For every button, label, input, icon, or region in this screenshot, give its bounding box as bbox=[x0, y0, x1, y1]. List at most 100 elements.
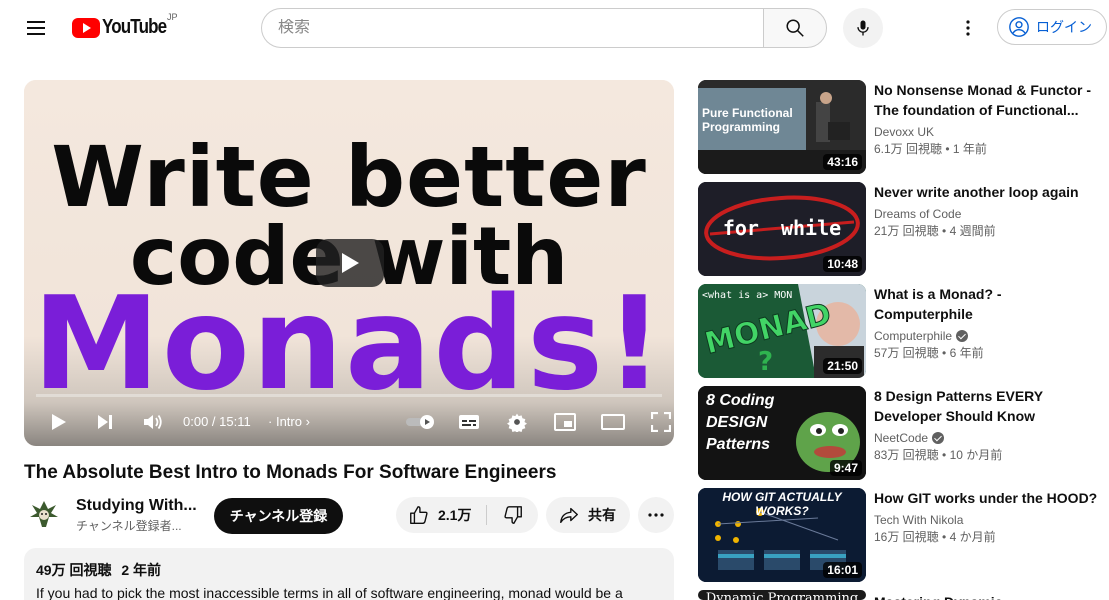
channel-name: Computerphile bbox=[874, 329, 953, 343]
large-play-button[interactable] bbox=[316, 239, 384, 287]
recommendation-item[interactable]: 8 Coding DESIGN Patterns 9:47 8 Design P… bbox=[698, 386, 1098, 480]
channel-name[interactable]: Studying With... bbox=[76, 497, 197, 515]
thumbs-down-icon bbox=[503, 506, 522, 524]
duration-badge: 9:47 bbox=[829, 460, 862, 476]
recommendation-item[interactable]: for while 10:48 Never write another loop… bbox=[698, 182, 1098, 276]
recommendation-info: What is a Monad? - Computerphile Compute… bbox=[874, 284, 1098, 362]
recommendation-meta: 16万 回視聴 • 4 か月前 bbox=[874, 530, 996, 544]
hamburger-icon bbox=[27, 21, 45, 23]
play-button[interactable] bbox=[44, 408, 74, 436]
recommendation-thumbnail: MONAD ? <what is a> MONAD ? 21:50 bbox=[698, 284, 866, 378]
youtube-logo[interactable]: YouTube bbox=[72, 16, 178, 39]
chapter-title-button[interactable]: · Intro › bbox=[268, 414, 310, 429]
recommendation-title: No Nonsense Monad & Functor - The founda… bbox=[874, 82, 1091, 118]
upload-age: 4 週間前 bbox=[949, 224, 996, 238]
description-meta: 49万 回視聴 2 年前 bbox=[36, 560, 662, 580]
duration-badge: 10:48 bbox=[823, 256, 862, 272]
theater-icon bbox=[601, 414, 625, 430]
search-box bbox=[261, 8, 764, 48]
voice-search-button[interactable] bbox=[843, 8, 883, 48]
vertical-dots-icon bbox=[966, 20, 970, 36]
recommendation-thumbnail: HOW GIT ACTUALLY WORKS? 16:01 bbox=[698, 488, 866, 582]
recommendation-meta: 21万 回視聴 • 4 週間前 bbox=[874, 224, 996, 238]
skip-next-icon bbox=[98, 415, 112, 429]
settings-more-button[interactable] bbox=[952, 12, 984, 44]
guide-menu-button[interactable] bbox=[20, 12, 52, 44]
recommendation-channel: Computerphile bbox=[874, 328, 1098, 344]
view-count: 49万 回視聴 bbox=[36, 562, 112, 578]
thumbnail-text: Pure Functional Programming bbox=[702, 106, 793, 134]
view-count: 21万 回視聴 bbox=[874, 224, 939, 238]
channel-name: Devoxx UK bbox=[874, 125, 935, 139]
theater-mode-button[interactable] bbox=[598, 408, 628, 436]
view-count: 57万 回視聴 bbox=[874, 346, 939, 360]
thumbnail-text: HOW GIT ACTUALLY WORKS? bbox=[722, 490, 842, 518]
play-icon bbox=[52, 414, 66, 430]
recommendation-item[interactable]: Dynamic Programming Mastering Dynamic bbox=[698, 590, 1098, 600]
chapter-title: Intro bbox=[275, 414, 302, 429]
next-button[interactable] bbox=[90, 408, 120, 436]
volume-icon bbox=[144, 414, 162, 430]
search-button[interactable] bbox=[763, 8, 827, 48]
video-player[interactable]: Write better code with Monads! 0:00 / 15… bbox=[24, 80, 674, 446]
login-label: ログイン bbox=[1036, 19, 1092, 35]
miniplayer-button[interactable] bbox=[550, 408, 580, 436]
channel-name: Tech With Nikola bbox=[874, 513, 964, 527]
recommendation-info: No Nonsense Monad & Functor - The founda… bbox=[874, 80, 1098, 158]
share-icon bbox=[560, 507, 578, 524]
thumbnail-text: Dynamic Programming bbox=[705, 591, 859, 600]
search-input[interactable] bbox=[278, 19, 764, 37]
recommendation-info: Mastering Dynamic bbox=[874, 590, 1098, 600]
video-title: The Absolute Best Intro to Monads For So… bbox=[24, 462, 557, 483]
share-button[interactable]: 共有 bbox=[546, 497, 630, 533]
recommendation-title: Never write another loop again bbox=[874, 184, 1079, 200]
like-button[interactable]: 2.1万 bbox=[396, 497, 486, 533]
miniplayer-icon bbox=[554, 413, 576, 431]
progress-bar[interactable] bbox=[36, 394, 662, 397]
recommendation-info: Never write another loop again Dreams of… bbox=[874, 182, 1098, 240]
recommendation-title: 8 Design Patterns EVERY Developer Should… bbox=[874, 388, 1043, 424]
player-controls: 0:00 / 15:11 · Intro › bbox=[24, 400, 674, 444]
dislike-button[interactable] bbox=[487, 497, 538, 533]
upload-age: 6 年前 bbox=[949, 346, 984, 360]
fullscreen-icon bbox=[651, 412, 671, 432]
recommendation-thumbnail: for while 10:48 bbox=[698, 182, 866, 276]
view-count: 6.1万 回視聴 bbox=[874, 142, 943, 156]
description-box[interactable]: 49万 回視聴 2 年前 If you had to pick the most… bbox=[24, 548, 674, 600]
microphone-icon bbox=[857, 20, 869, 36]
subscribe-button[interactable]: チャンネル登録 bbox=[214, 498, 343, 534]
thumbs-up-icon bbox=[410, 506, 428, 524]
thumbnail-text: 8 Coding DESIGN Patterns bbox=[706, 392, 775, 453]
masthead: YouTube JP ログイン bbox=[0, 0, 1109, 56]
subtitles-button[interactable] bbox=[454, 408, 484, 436]
duration-badge: 21:50 bbox=[823, 358, 862, 374]
like-count: 2.1万 bbox=[438, 507, 472, 523]
recommendation-thumbnail: 8 Coding DESIGN Patterns 9:47 bbox=[698, 386, 866, 480]
recommendation-meta: 6.1万 回視聴 • 1 年前 bbox=[874, 142, 987, 156]
subscriber-count: チャンネル登録者... bbox=[76, 519, 182, 533]
recommendation-meta: 57万 回視聴 • 6 年前 bbox=[874, 346, 984, 360]
recommendation-item[interactable]: HOW GIT ACTUALLY WORKS? 16:01 How GIT wo… bbox=[698, 488, 1098, 582]
verified-icon bbox=[932, 432, 945, 444]
fullscreen-button[interactable] bbox=[646, 408, 674, 436]
share-label: 共有 bbox=[588, 507, 616, 523]
recommendation-channel: Devoxx UK bbox=[874, 124, 1098, 140]
login-button[interactable]: ログイン bbox=[997, 9, 1107, 45]
autoplay-toggle[interactable] bbox=[404, 408, 438, 436]
time-display: 0:00 / 15:11 bbox=[183, 414, 251, 429]
upload-age: 10 か月前 bbox=[949, 448, 1003, 462]
channel-name: Dreams of Code bbox=[874, 207, 962, 221]
recommendation-item[interactable]: Pure Functional Programming 43:16 No Non… bbox=[698, 80, 1098, 174]
channel-avatar[interactable] bbox=[24, 495, 64, 535]
recommendation-title: Mastering Dynamic bbox=[874, 592, 1098, 600]
recommendation-item[interactable]: MONAD ? <what is a> MONAD ? 21:50 What i… bbox=[698, 284, 1098, 378]
recommendation-info: 8 Design Patterns EVERY Developer Should… bbox=[874, 386, 1098, 464]
mute-button[interactable] bbox=[138, 408, 168, 436]
settings-button[interactable] bbox=[502, 408, 532, 436]
recommendation-meta: 83万 回視聴 • 10 か月前 bbox=[874, 448, 1003, 462]
logo-text: YouTube bbox=[102, 16, 167, 38]
recommendation-channel: NeetCode bbox=[874, 430, 1098, 446]
more-actions-button[interactable] bbox=[638, 497, 674, 533]
like-dislike-group: 2.1万 bbox=[396, 497, 538, 533]
svg-text:?: ? bbox=[758, 347, 773, 377]
